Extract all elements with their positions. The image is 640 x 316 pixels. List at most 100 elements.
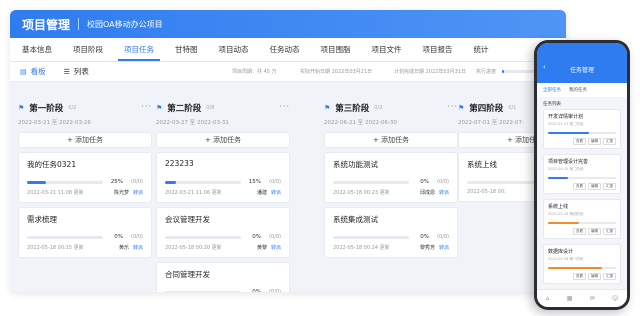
board-view-label: 看板 bbox=[30, 67, 46, 76]
task-footer: 2022-05-18 00:23 更新 邱成恩 转派 bbox=[333, 189, 449, 196]
phone-tab[interactable]: 全部任务 bbox=[543, 87, 561, 93]
tab-bar: 基本信息 项目阶段 项目任务 甘特图 项目动态 任务动态 项目围脂 项目文件 项目报告 统计 bbox=[10, 38, 566, 62]
more-icon[interactable]: ··· bbox=[447, 102, 458, 111]
subtask-count: (0/0) bbox=[269, 234, 281, 240]
phone-nav-item[interactable]: ☺ bbox=[612, 295, 618, 302]
tab-item[interactable]: 项目文件 bbox=[366, 44, 408, 61]
phone-nav-icon: ⌂ bbox=[545, 295, 550, 302]
task-progress-row: 0% (0/0) bbox=[165, 289, 281, 292]
phone-action-button[interactable]: 查看 bbox=[573, 183, 586, 190]
task-progress-row: 0% (0/0) bbox=[27, 234, 143, 240]
transfer-link[interactable]: 转派 bbox=[133, 244, 143, 251]
task-card[interactable]: 223233 15% (0/0) 2022-03-21 11:06 更新 潘建 转派 bbox=[156, 152, 290, 203]
more-icon[interactable]: ··· bbox=[279, 102, 290, 111]
actual-start-date: 实际开始日期 2022年03月21日 bbox=[300, 69, 373, 75]
phone-task-actions: 查看 编辑 汇报 bbox=[548, 183, 616, 190]
task-owner: 潘建 bbox=[256, 190, 267, 196]
back-icon[interactable]: ‹ bbox=[543, 63, 546, 71]
stage-title: 第三阶段 bbox=[335, 104, 370, 114]
phone-task-progress-fill bbox=[548, 177, 569, 179]
add-task-button[interactable]: + 添加任务 bbox=[324, 132, 458, 148]
phone-action-button[interactable]: 汇报 bbox=[603, 138, 616, 145]
project-cycle: 项目周期：共 45 万 bbox=[232, 69, 277, 75]
phone-action-button[interactable]: 汇报 bbox=[603, 273, 616, 280]
task-progress-row: 0% (0/0) bbox=[165, 234, 281, 240]
task-card[interactable]: 系统集成测试 0% (0/0) 2022-05-18 00:24 更新 黎秀芳 转派 bbox=[324, 207, 458, 258]
task-updated: 2022-05-18 00:15 更新 bbox=[27, 245, 84, 251]
task-card[interactable]: 我的任务0321 25% (0/0) 2022-03-21 11:08 更新 陈光梦 转派 bbox=[18, 152, 152, 203]
task-title: 我的任务0321 bbox=[27, 160, 77, 169]
task-title: 需求梳理 bbox=[27, 215, 57, 224]
add-task-button[interactable]: + 添加任务 bbox=[18, 132, 152, 148]
phone-action-button[interactable]: 汇报 bbox=[603, 183, 616, 190]
phone-task-card[interactable]: 项目管理设计完善 2022-04-20 第二阶段 查看 编辑 汇报 bbox=[543, 154, 621, 194]
flag-icon: ⚑ bbox=[156, 104, 163, 112]
phone-action-button[interactable]: 编辑 bbox=[588, 228, 601, 235]
transfer-link[interactable]: 转派 bbox=[133, 189, 143, 196]
phone-nav-item[interactable]: ⌂ bbox=[546, 295, 550, 302]
transfer-link[interactable]: 转派 bbox=[439, 244, 449, 251]
tab-item[interactable]: 任务动态 bbox=[264, 44, 306, 61]
flag-icon: ⚑ bbox=[18, 104, 25, 112]
stage-title: 第一阶段 bbox=[29, 104, 64, 114]
task-updated: 2022-05-18 00:23 更新 bbox=[333, 190, 390, 196]
tab-item[interactable]: 统计 bbox=[468, 44, 495, 61]
task-progress-bar bbox=[27, 235, 103, 239]
stage-title: 第四阶段 bbox=[469, 104, 504, 114]
phone-action-button[interactable]: 查看 bbox=[573, 138, 586, 145]
task-card[interactable]: 系统功能测试 0% (0/0) 2022-05-18 00:23 更新 邱成恩 转派 bbox=[324, 152, 458, 203]
phone-nav-icon: ▦ bbox=[566, 295, 573, 302]
project-window: 项目管理 校园OA移动办公项目 基本信息 项目阶段 项目任务 甘特图 项目动态 任务动态项… bbox=[10, 10, 566, 292]
app-title: 项目管理 bbox=[22, 17, 71, 32]
subtask-count: (0/0) bbox=[269, 179, 281, 185]
project-name: 校园OA移动办公项目 bbox=[87, 19, 163, 29]
phone-tab[interactable]: 我的任务 bbox=[569, 87, 587, 93]
phone-action-button[interactable]: 编辑 bbox=[588, 138, 601, 145]
phone-nav-item[interactable]: ✉ bbox=[590, 295, 595, 302]
phone-action-button[interactable]: 编辑 bbox=[588, 273, 601, 280]
tab-item[interactable]: 项目任务 bbox=[118, 44, 160, 61]
phone-task-progress bbox=[548, 267, 616, 269]
phone-task-card[interactable]: 开发详情审计划 2022-04-15 第二阶段 查看 编辑 汇报 bbox=[543, 109, 621, 149]
task-card[interactable]: 会议管理开发 0% (0/0) 2022-05-18 00:20 更新 黄黎 转派 bbox=[156, 207, 290, 258]
task-progress-row: 0% (0/0) bbox=[333, 179, 449, 185]
tab-item[interactable]: 项目围脂 bbox=[315, 44, 357, 61]
phone-nav-item[interactable]: ▦ bbox=[567, 295, 573, 302]
phone-task-card[interactable]: 系统上线 2022-05-18 第四阶段 查看 编辑 汇报 bbox=[543, 199, 621, 239]
board-view-button[interactable]: ▤ 看板 bbox=[20, 66, 46, 77]
list-view-button[interactable]: ☰ 列表 bbox=[64, 66, 89, 77]
transfer-link[interactable]: 转派 bbox=[439, 189, 449, 196]
transfer-link[interactable]: 转派 bbox=[271, 189, 281, 196]
more-icon[interactable]: ··· bbox=[141, 102, 152, 111]
tab-item[interactable]: 甘特图 bbox=[169, 44, 204, 61]
task-progress-row: 0% (0/0) bbox=[333, 234, 449, 240]
stage-header: ⚑ 第三阶段 0/2 ··· bbox=[324, 102, 458, 114]
tab-item[interactable]: 项目动态 bbox=[213, 44, 255, 61]
transfer-link[interactable]: 转派 bbox=[271, 244, 281, 251]
task-title: 系统集成测试 bbox=[333, 215, 378, 224]
phone-action-button[interactable]: 编辑 bbox=[588, 183, 601, 190]
phone-action-button[interactable]: 汇报 bbox=[603, 228, 616, 235]
window-header: 项目管理 校园OA移动办公项目 bbox=[10, 10, 566, 38]
title-divider bbox=[78, 18, 80, 30]
phone-task-date: 2022-04-15 第二阶段 bbox=[548, 122, 584, 126]
phone-action-button[interactable]: 查看 bbox=[573, 228, 586, 235]
task-footer: 2022-03-21 11:06 更新 潘建 转派 bbox=[165, 189, 281, 196]
phone-action-button[interactable]: 查看 bbox=[573, 273, 586, 280]
tab-item[interactable]: 项目报告 bbox=[417, 44, 459, 61]
phone-task-name: 项目管理设计完善 bbox=[548, 159, 589, 165]
tab-item[interactable]: 基本信息 bbox=[16, 44, 58, 61]
stage-column: ⚑ 第二阶段 0/8 ··· 2022-03-27 至 2022-03-31 + 添加任务… bbox=[156, 102, 290, 292]
tab-item[interactable]: 项目阶段 bbox=[67, 44, 109, 61]
phone-task-date: 2022-05-18 第四阶段 bbox=[548, 212, 584, 216]
task-progress-fill bbox=[27, 180, 46, 184]
phone-task-card[interactable]: 数据库设计 2022-04-08 第一阶段 查看 编辑 汇报 bbox=[543, 244, 621, 284]
task-progress-bar bbox=[165, 180, 241, 184]
task-card[interactable]: 需求梳理 0% (0/0) 2022-05-18 00:15 更新 黄乐 转派 bbox=[18, 207, 152, 258]
phone-nav-icon: ✉ bbox=[589, 295, 595, 302]
add-task-button[interactable]: + 添加任务 bbox=[156, 132, 290, 148]
stage-dates: 2022-06-21 至 2022-06-30 bbox=[324, 120, 397, 126]
task-card[interactable]: 合同管理开发 0% (0/0) bbox=[156, 262, 290, 292]
task-progress-bar bbox=[333, 180, 409, 184]
task-owner: 陈光梦 bbox=[113, 190, 129, 196]
